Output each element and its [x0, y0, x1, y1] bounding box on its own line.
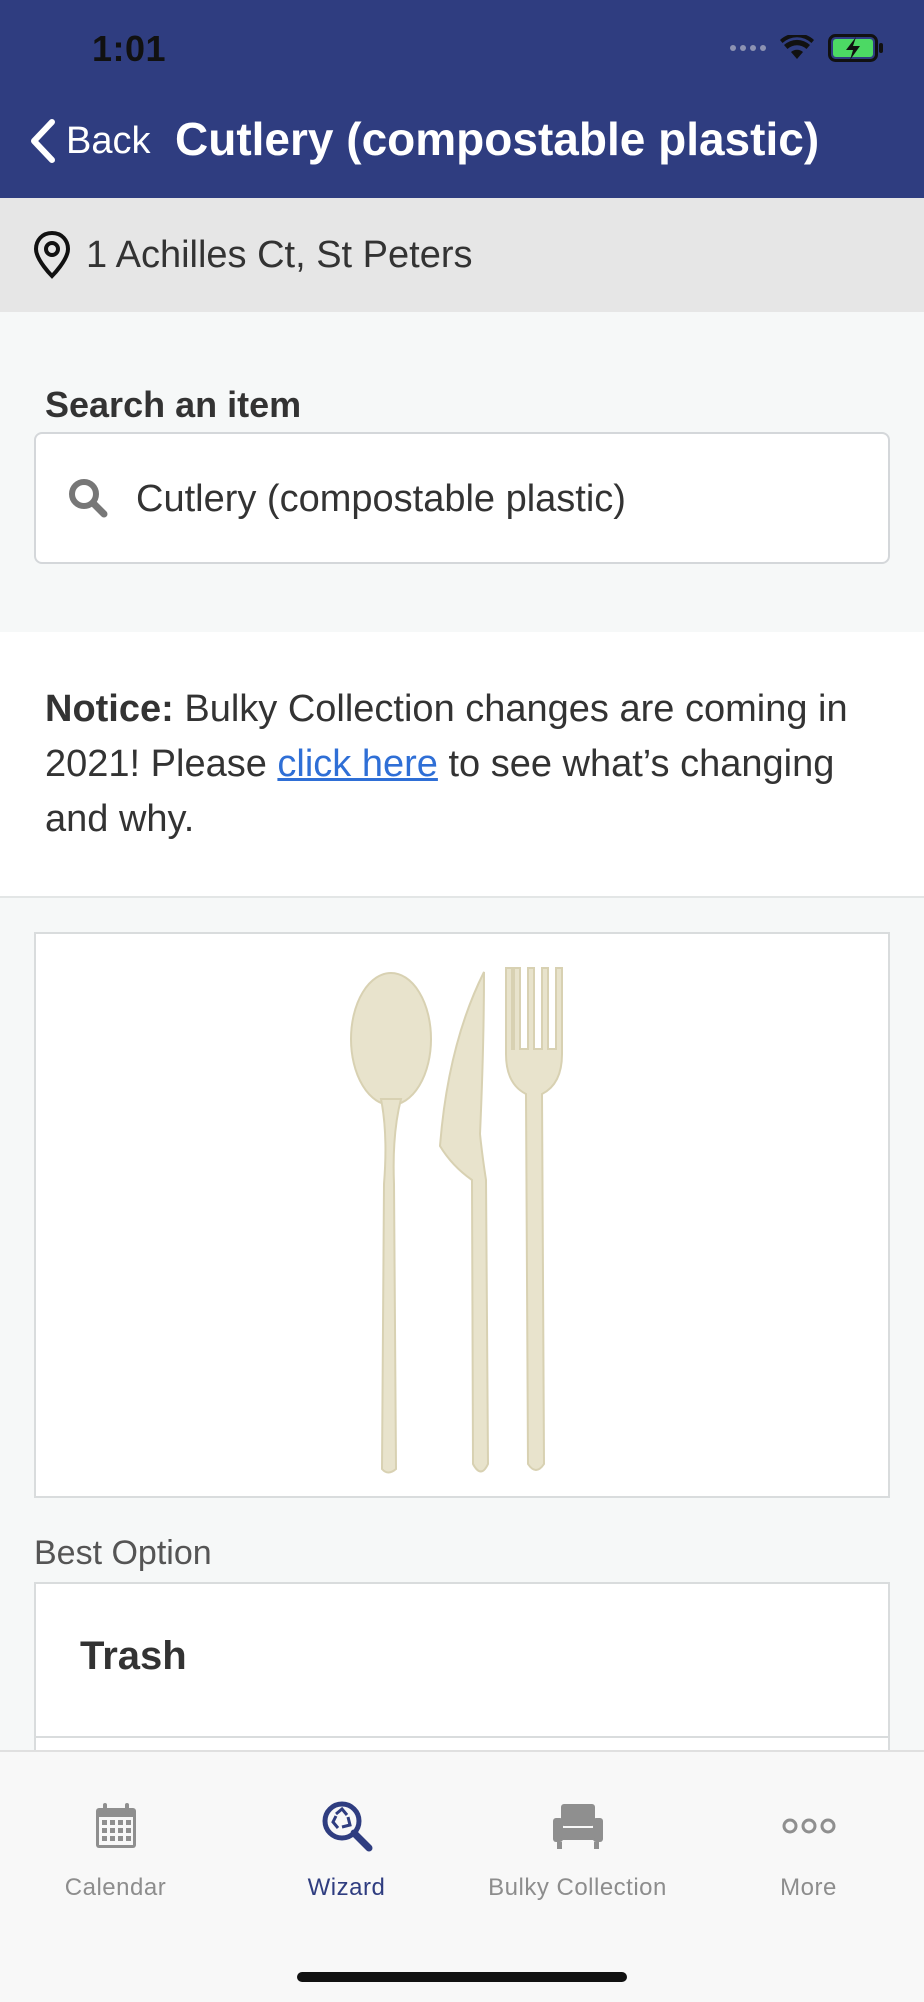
item-image — [34, 932, 890, 1498]
search-icon — [69, 479, 108, 518]
tab-bar: Calendar Wizard Bulky Collection More — [0, 1750, 924, 2002]
search-input[interactable]: Cutlery (compostable plastic) — [34, 432, 890, 564]
back-button[interactable]: Back — [28, 118, 150, 164]
best-option-card[interactable]: Trash — [34, 1582, 890, 1758]
best-option-value: Trash — [80, 1634, 187, 1678]
tab-label-wizard: Wizard — [307, 1874, 386, 1901]
chevron-left-icon — [31, 119, 55, 163]
more-dots-icon — [782, 1818, 835, 1834]
notice-link[interactable]: click here — [277, 743, 438, 785]
search-label: Search an item — [45, 384, 302, 425]
back-label: Back — [66, 119, 151, 162]
cutlery-image — [350, 967, 563, 1474]
row-divider — [36, 1736, 888, 1738]
battery-charging-icon — [828, 34, 883, 62]
home-indicator[interactable] — [297, 1972, 627, 1982]
search-section: Search an item Cutlery (compostable plas… — [0, 312, 924, 632]
armchair-icon — [552, 1804, 603, 1849]
best-option-label: Best Option — [34, 1534, 212, 1572]
search-value: Cutlery (compostable plastic) — [136, 478, 626, 520]
app-header: 1:01 Back Cutlery (compostable plastic) — [0, 0, 924, 198]
tab-label-calendar: Calendar — [64, 1874, 167, 1901]
location-bar[interactable]: 1 Achilles Ct, St Peters — [0, 198, 924, 312]
wifi-icon — [780, 35, 814, 59]
notice-prefix: Notice: — [45, 688, 174, 730]
location-pin-icon — [33, 230, 71, 279]
cellular-signal-icon — [730, 45, 766, 51]
tab-bulky-collection[interactable]: Bulky Collection — [462, 1752, 693, 1912]
wizard-search-icon — [322, 1801, 372, 1852]
tab-label-more: More — [780, 1874, 837, 1901]
page-title: Cutlery (compostable plastic) — [175, 113, 820, 165]
notice-text: Notice: Bulky Collection changes are com… — [45, 682, 865, 847]
location-address: 1 Achilles Ct, St Peters — [86, 233, 473, 276]
status-time: 1:01 — [92, 28, 167, 69]
notice-banner: Notice: Bulky Collection changes are com… — [0, 632, 924, 898]
tab-wizard[interactable]: Wizard — [231, 1752, 462, 1912]
tab-calendar[interactable]: Calendar — [0, 1752, 231, 1912]
calendar-icon — [95, 1803, 136, 1848]
status-icons — [730, 34, 884, 62]
tab-label-bulky-collection: Bulky Collection — [488, 1874, 667, 1901]
tab-more[interactable]: More — [693, 1752, 924, 1912]
